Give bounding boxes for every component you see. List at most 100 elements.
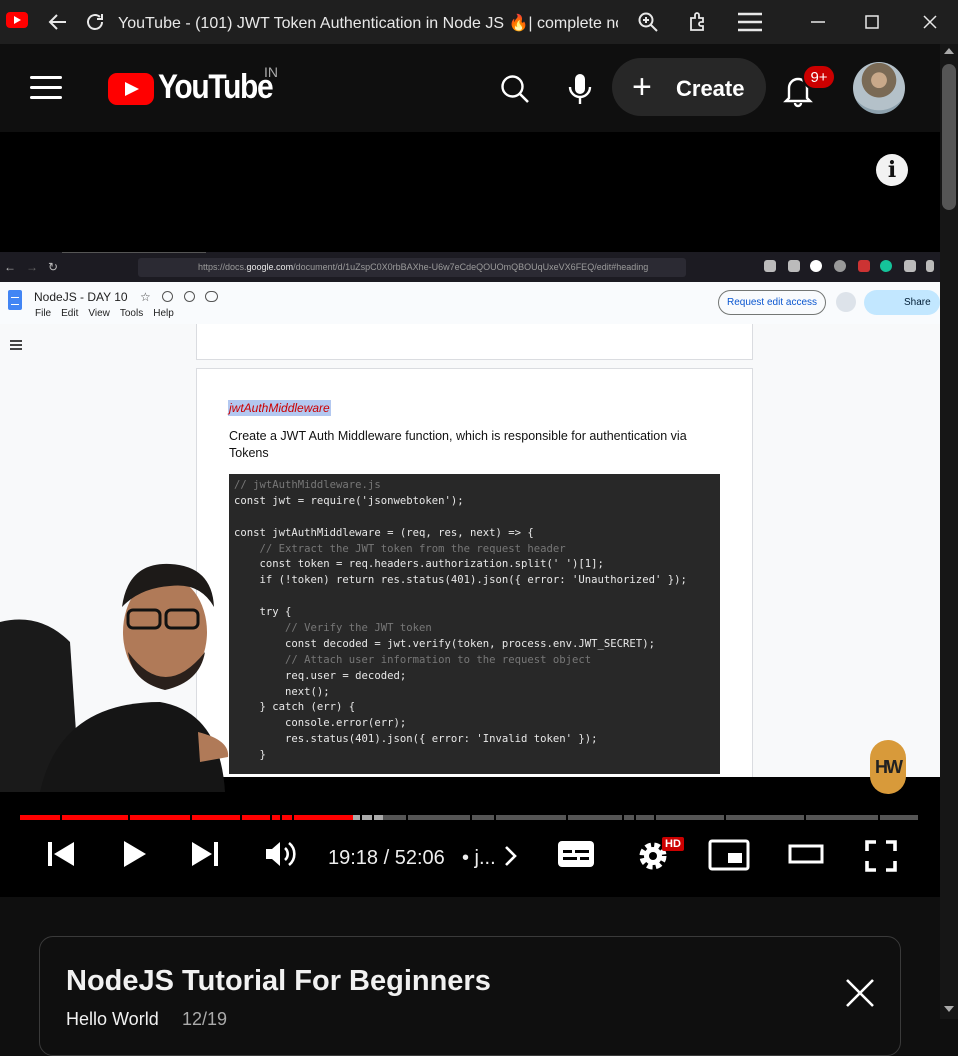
channel-watermark-logo: HW bbox=[870, 740, 906, 794]
volume-icon[interactable] bbox=[264, 839, 298, 874]
minimize-icon[interactable] bbox=[804, 8, 832, 36]
youtube-wordmark[interactable]: YouTube bbox=[158, 68, 274, 107]
code-line: const jwt = require('jsonwebtoken'); bbox=[234, 494, 464, 507]
video-player[interactable]: i ← → ↻ https://docs.google.com/document… bbox=[0, 132, 940, 897]
progress-segment[interactable] bbox=[282, 815, 292, 820]
youtube-favicon-icon bbox=[6, 12, 28, 28]
progress-segment[interactable] bbox=[656, 815, 724, 820]
document-outline-icon bbox=[10, 340, 22, 350]
code-line: next(); bbox=[234, 685, 330, 698]
subtitles-icon[interactable] bbox=[556, 839, 596, 874]
play-icon[interactable] bbox=[120, 839, 150, 874]
create-button[interactable]: + Create bbox=[612, 58, 766, 116]
playlist-title[interactable]: NodeJS Tutorial For Beginners bbox=[66, 965, 491, 998]
progress-segment[interactable] bbox=[880, 815, 918, 820]
progress-segment[interactable] bbox=[383, 815, 406, 820]
code-line: // Attach user information to the reques… bbox=[234, 653, 592, 666]
recorded-extension-p-icon bbox=[810, 260, 822, 272]
progress-segment[interactable] bbox=[294, 815, 353, 820]
progress-segment[interactable] bbox=[496, 815, 566, 820]
info-icon[interactable]: i bbox=[876, 154, 908, 186]
docs-menu-bar: File Edit View Tools Help bbox=[35, 308, 174, 319]
presenter-webcam bbox=[0, 552, 230, 792]
progress-segment[interactable] bbox=[242, 815, 270, 820]
reload-icon[interactable] bbox=[81, 8, 109, 36]
recorded-reload-icon: ↻ bbox=[48, 260, 59, 274]
progress-segment[interactable] bbox=[353, 815, 360, 820]
scroll-up-arrow-icon[interactable] bbox=[944, 48, 954, 54]
recorded-extensions-icon bbox=[904, 260, 916, 272]
theater-mode-icon[interactable] bbox=[788, 839, 824, 874]
scrollbar-thumb[interactable] bbox=[942, 64, 956, 210]
fullscreen-icon[interactable] bbox=[864, 839, 898, 878]
code-line: console.error(err); bbox=[234, 717, 407, 730]
extensions-puzzle-icon[interactable] bbox=[684, 8, 712, 36]
youtube-masthead: YouTube IN + Create 9+ bbox=[0, 44, 940, 132]
progress-segment[interactable] bbox=[130, 815, 190, 820]
progress-segment[interactable] bbox=[192, 815, 240, 820]
video-progress-bar[interactable] bbox=[20, 815, 920, 820]
zoom-icon[interactable] bbox=[634, 8, 662, 36]
url-prefix: https://docs. bbox=[198, 262, 247, 272]
recorded-pocket-icon bbox=[764, 260, 776, 272]
recorded-download-icon bbox=[788, 260, 800, 272]
youtube-logo-icon[interactable] bbox=[108, 73, 154, 105]
doc-page-previous bbox=[196, 324, 753, 360]
docs-menu-file: File bbox=[35, 308, 52, 319]
recorded-address-bar: https://docs.google.com/document/d/1uZsp… bbox=[138, 258, 686, 277]
playlist-position: 12/19 bbox=[182, 1009, 228, 1029]
doc-title: NodeJS - DAY 10 bbox=[34, 290, 128, 304]
progress-segment[interactable] bbox=[568, 815, 622, 820]
progress-segment[interactable] bbox=[408, 815, 470, 820]
cloud-status-icon bbox=[205, 291, 218, 302]
previous-video-icon[interactable] bbox=[46, 839, 76, 874]
recorded-tab-indicator bbox=[62, 252, 206, 253]
code-line: req.user = decoded; bbox=[234, 669, 407, 682]
code-line: const token = req.headers.authorization.… bbox=[234, 558, 604, 571]
search-icon[interactable] bbox=[500, 74, 530, 104]
time-display: 19:18 / 52:06 bbox=[328, 847, 445, 869]
progress-segment[interactable] bbox=[472, 815, 494, 820]
code-line: } bbox=[234, 749, 266, 762]
scroll-down-arrow-icon[interactable] bbox=[944, 1006, 954, 1012]
progress-segment[interactable] bbox=[726, 815, 804, 820]
move-icon bbox=[162, 291, 173, 302]
next-video-icon[interactable] bbox=[190, 839, 220, 874]
microphone-icon[interactable] bbox=[566, 72, 594, 106]
close-playlist-icon[interactable] bbox=[844, 977, 876, 1009]
share-button: Share bbox=[864, 290, 940, 315]
doc-paragraph: Create a JWT Auth Middleware function, w… bbox=[229, 429, 687, 460]
miniplayer-icon[interactable] bbox=[708, 839, 750, 876]
chapter-title[interactable]: • j... bbox=[462, 847, 496, 870]
account-avatar[interactable] bbox=[853, 62, 905, 114]
browser-menu-icon[interactable] bbox=[736, 8, 764, 36]
code-line: // Extract the JWT token from the reques… bbox=[234, 542, 566, 555]
progress-segment[interactable] bbox=[624, 815, 634, 820]
code-block: // jwtAuthMiddleware.js const jwt = requ… bbox=[229, 474, 720, 774]
progress-segment[interactable] bbox=[20, 815, 60, 820]
guide-menu-icon[interactable] bbox=[30, 76, 62, 100]
url-domain: google.com bbox=[246, 262, 294, 272]
progress-segment[interactable] bbox=[806, 815, 878, 820]
url-rest: /document/d/1uZspC0X0rbBAXhe-U6w7eCdeQOU… bbox=[293, 262, 649, 272]
maximize-icon[interactable] bbox=[858, 8, 886, 36]
code-line: try { bbox=[234, 606, 292, 619]
progress-segment[interactable] bbox=[362, 815, 372, 820]
country-code: IN bbox=[264, 64, 278, 80]
code-line: // Verify the JWT token bbox=[234, 622, 432, 635]
progress-segment[interactable] bbox=[374, 815, 383, 820]
notification-badge: 9+ bbox=[802, 64, 836, 90]
playlist-channel[interactable]: Hello World bbox=[66, 1009, 159, 1030]
progress-segment[interactable] bbox=[62, 815, 128, 820]
progress-segment[interactable] bbox=[636, 815, 654, 820]
comments-icon bbox=[836, 292, 856, 312]
docs-menu-help: Help bbox=[153, 308, 174, 319]
progress-segment[interactable] bbox=[272, 815, 280, 820]
code-line: // jwtAuthMiddleware.js bbox=[234, 479, 381, 491]
back-arrow-icon[interactable] bbox=[44, 8, 72, 36]
create-label: Create bbox=[676, 76, 745, 101]
google-docs-header: NodeJS - DAY 10 ☆ File Edit View Tools H… bbox=[0, 282, 940, 324]
chevron-right-icon[interactable] bbox=[500, 844, 520, 873]
close-window-icon[interactable] bbox=[916, 8, 944, 36]
